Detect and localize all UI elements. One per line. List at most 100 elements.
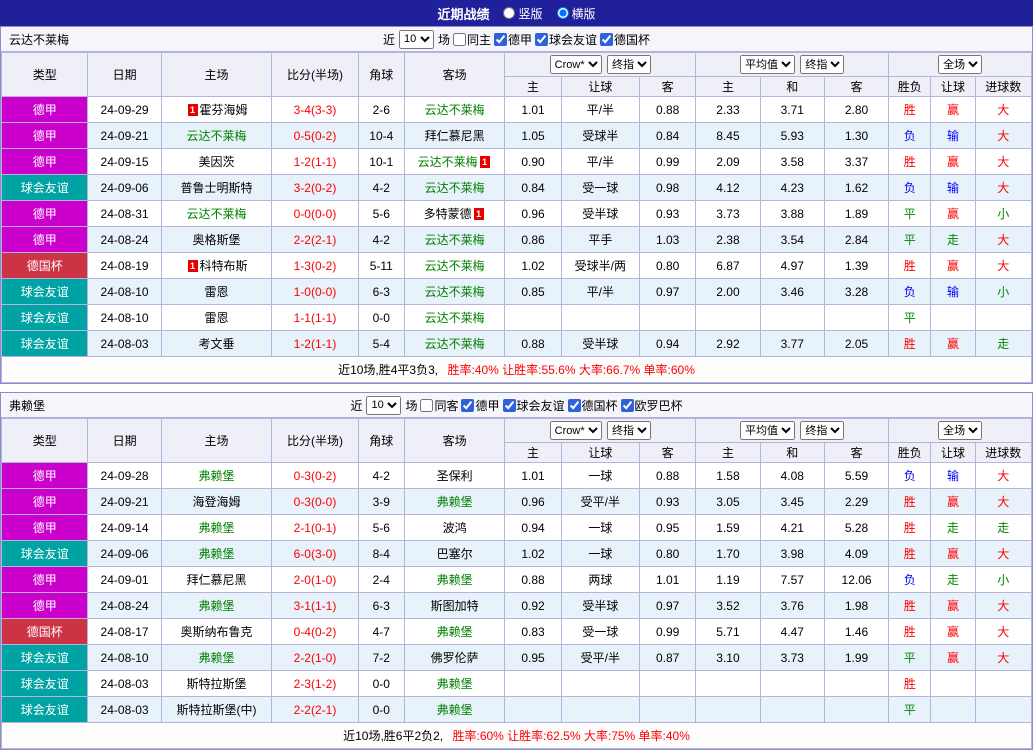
focus-team-name[interactable]: 云达不莱梅 bbox=[425, 337, 485, 351]
focus-team-name[interactable]: 弗赖堡 bbox=[199, 547, 235, 561]
result-wdl-cell: 胜 bbox=[889, 671, 931, 697]
score-cell[interactable]: 0-3(0-0) bbox=[272, 489, 358, 515]
score-cell[interactable]: 6-0(3-0) bbox=[272, 541, 358, 567]
filter-league-2[interactable]: 德国杯 bbox=[600, 31, 650, 48]
vertical-layout-radio[interactable] bbox=[503, 7, 515, 19]
focus-team-name[interactable]: 云达不莱梅 bbox=[187, 207, 247, 221]
home-team-cell: 雷恩 bbox=[161, 305, 272, 331]
filter-league-1[interactable]: 球会友谊 bbox=[503, 397, 565, 414]
horizontal-layout-radio[interactable] bbox=[557, 7, 569, 19]
opponent-team-name[interactable]: 科特布斯 bbox=[200, 259, 248, 273]
opponent-team-name[interactable]: 雷恩 bbox=[205, 311, 229, 325]
score-cell[interactable]: 1-0(0-0) bbox=[272, 279, 358, 305]
score-cell[interactable]: 0-5(0-2) bbox=[272, 123, 358, 149]
score-cell[interactable]: 2-2(1-0) bbox=[272, 645, 358, 671]
result-wdl-cell: 胜 bbox=[889, 515, 931, 541]
filter-same-side-checkbox[interactable] bbox=[453, 33, 466, 46]
score-cell[interactable]: 0-3(0-2) bbox=[272, 463, 358, 489]
focus-team-name[interactable]: 弗赖堡 bbox=[437, 573, 473, 587]
odds-source-select[interactable]: Crow* bbox=[550, 55, 602, 74]
score-cell[interactable]: 3-1(1-1) bbox=[272, 593, 358, 619]
filter-league-0[interactable]: 德甲 bbox=[461, 397, 499, 414]
opponent-team-name[interactable]: 波鸿 bbox=[443, 521, 467, 535]
opponent-team-name[interactable]: 考文垂 bbox=[199, 337, 235, 351]
filter-same-side-checkbox[interactable] bbox=[420, 399, 433, 412]
avg-source-select[interactable]: 平均值 bbox=[740, 421, 795, 440]
summary-prefix: 近10场,胜4平3负3, bbox=[338, 363, 438, 377]
odds-home-cell: 0.88 bbox=[505, 567, 561, 593]
avg-source-select[interactable]: 平均值 bbox=[740, 55, 795, 74]
focus-team-name[interactable]: 弗赖堡 bbox=[437, 625, 473, 639]
score-cell[interactable]: 1-2(1-1) bbox=[272, 149, 358, 175]
layout-option-horizontal[interactable]: 横版 bbox=[557, 5, 596, 22]
recent-count-select[interactable]: 10 bbox=[399, 30, 434, 49]
focus-team-name[interactable]: 弗赖堡 bbox=[199, 521, 235, 535]
focus-team-name[interactable]: 弗赖堡 bbox=[199, 469, 235, 483]
score-cell[interactable]: 0-0(0-0) bbox=[272, 201, 358, 227]
filter-league-2-checkbox[interactable] bbox=[600, 33, 613, 46]
filter-league-1-checkbox[interactable] bbox=[535, 33, 548, 46]
focus-team-name[interactable]: 云达不莱梅 bbox=[425, 233, 485, 247]
score-cell[interactable]: 3-2(0-2) bbox=[272, 175, 358, 201]
opponent-team-name[interactable]: 巴塞尔 bbox=[437, 547, 473, 561]
filter-league-2-checkbox[interactable] bbox=[568, 399, 581, 412]
opponent-team-name[interactable]: 佛罗伦萨 bbox=[431, 651, 479, 665]
score-cell[interactable]: 2-2(2-1) bbox=[272, 697, 358, 723]
filter-league-1-checkbox[interactable] bbox=[503, 399, 516, 412]
focus-team-name[interactable]: 云达不莱梅 bbox=[425, 285, 485, 299]
score-cell[interactable]: 2-1(0-1) bbox=[272, 515, 358, 541]
opponent-team-name[interactable]: 多特蒙德 bbox=[424, 207, 472, 221]
avg-stage-select[interactable]: 终指 bbox=[800, 421, 844, 440]
score-cell[interactable]: 2-2(2-1) bbox=[272, 227, 358, 253]
filter-league-0-checkbox[interactable] bbox=[494, 33, 507, 46]
odds-stage-select[interactable]: 终指 bbox=[607, 55, 651, 74]
odds-stage-select[interactable]: 终指 bbox=[607, 421, 651, 440]
filter-league-1[interactable]: 球会友谊 bbox=[535, 31, 597, 48]
opponent-team-name[interactable]: 斯图加特 bbox=[431, 599, 479, 613]
odds-source-select[interactable]: Crow* bbox=[550, 421, 602, 440]
score-cell[interactable]: 0-4(0-2) bbox=[272, 619, 358, 645]
scope-select[interactable]: 全场 bbox=[938, 421, 982, 440]
focus-team-name[interactable]: 弗赖堡 bbox=[199, 651, 235, 665]
score-cell[interactable]: 2-3(1-2) bbox=[272, 671, 358, 697]
filter-league-3-checkbox[interactable] bbox=[621, 399, 634, 412]
opponent-team-name[interactable]: 美因茨 bbox=[199, 155, 235, 169]
opponent-team-name[interactable]: 奥格斯堡 bbox=[193, 233, 241, 247]
score-cell[interactable]: 2-0(1-0) bbox=[272, 567, 358, 593]
opponent-team-name[interactable]: 霍芬海姆 bbox=[200, 103, 248, 117]
filter-league-3[interactable]: 欧罗巴杯 bbox=[621, 397, 683, 414]
opponent-team-name[interactable]: 雷恩 bbox=[205, 285, 229, 299]
filter-league-0[interactable]: 德甲 bbox=[494, 31, 532, 48]
opponent-team-name[interactable]: 海登海姆 bbox=[193, 495, 241, 509]
opponent-team-name[interactable]: 斯特拉斯堡 bbox=[187, 677, 247, 691]
opponent-team-name[interactable]: 圣保利 bbox=[437, 469, 473, 483]
focus-team-name[interactable]: 弗赖堡 bbox=[437, 495, 473, 509]
score-cell[interactable]: 1-1(1-1) bbox=[272, 305, 358, 331]
scope-select[interactable]: 全场 bbox=[938, 55, 982, 74]
filter-league-0-checkbox[interactable] bbox=[461, 399, 474, 412]
filter-same-side[interactable]: 同主 bbox=[453, 31, 491, 48]
avg-stage-select[interactable]: 终指 bbox=[800, 55, 844, 74]
score-cell[interactable]: 3-4(3-3) bbox=[272, 97, 358, 123]
recent-count-select[interactable]: 10 bbox=[366, 396, 401, 415]
opponent-team-name[interactable]: 拜仁慕尼黑 bbox=[187, 573, 247, 587]
focus-team-name[interactable]: 弗赖堡 bbox=[437, 703, 473, 717]
focus-team-name[interactable]: 云达不莱梅 bbox=[425, 103, 485, 117]
layout-option-vertical[interactable]: 竖版 bbox=[503, 5, 542, 22]
opponent-team-name[interactable]: 斯特拉斯堡(中) bbox=[177, 703, 257, 717]
focus-team-name[interactable]: 弗赖堡 bbox=[199, 599, 235, 613]
opponent-team-name[interactable]: 普鲁士明斯特 bbox=[181, 181, 253, 195]
focus-team-name[interactable]: 云达不莱梅 bbox=[187, 129, 247, 143]
score-cell[interactable]: 1-3(0-2) bbox=[272, 253, 358, 279]
focus-team-name[interactable]: 云达不莱梅 bbox=[418, 155, 478, 169]
focus-team-name[interactable]: 云达不莱梅 bbox=[425, 181, 485, 195]
opponent-team-name[interactable]: 奥斯纳布鲁克 bbox=[181, 625, 253, 639]
league-type-cell: 德国杯 bbox=[2, 253, 88, 279]
focus-team-name[interactable]: 云达不莱梅 bbox=[425, 311, 485, 325]
opponent-team-name[interactable]: 拜仁慕尼黑 bbox=[425, 129, 485, 143]
focus-team-name[interactable]: 弗赖堡 bbox=[437, 677, 473, 691]
focus-team-name[interactable]: 云达不莱梅 bbox=[425, 259, 485, 273]
filter-same-side[interactable]: 同客 bbox=[420, 397, 458, 414]
filter-league-2[interactable]: 德国杯 bbox=[568, 397, 618, 414]
score-cell[interactable]: 1-2(1-1) bbox=[272, 331, 358, 357]
